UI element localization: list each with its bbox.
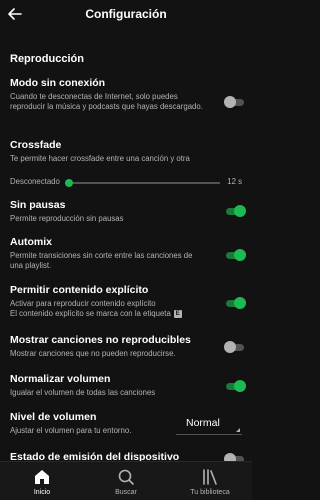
setting-normalize: Normalizar volumen Igualar el volumen de… bbox=[10, 373, 242, 398]
setting-crossfade: Crossfade Te permite hacer crossfade ent… bbox=[10, 139, 242, 164]
setting-gapless: Sin pausas Permite reproducción sin paus… bbox=[10, 199, 242, 224]
setting-title: Sin pausas bbox=[10, 199, 66, 211]
crossfade-slider[interactable] bbox=[65, 179, 220, 187]
section-title: Reproducción bbox=[10, 53, 84, 65]
explicit-toggle[interactable] bbox=[224, 296, 246, 310]
setting-title: Crossfade bbox=[10, 139, 62, 151]
setting-explicit: Permitir contenido explícito Activar par… bbox=[10, 284, 242, 319]
home-icon bbox=[35, 470, 49, 484]
search-icon bbox=[118, 469, 134, 485]
dropdown-caret-icon bbox=[236, 428, 240, 432]
library-icon bbox=[203, 469, 217, 485]
setting-description: Mostrar canciones que no pueden reproduc… bbox=[10, 349, 176, 358]
explicit-badge-icon: E bbox=[173, 309, 182, 318]
setting-offline: Modo sin conexión Cuando te desconectas … bbox=[10, 77, 242, 112]
nav-label: Tu biblioteca bbox=[190, 489, 230, 496]
setting-title: Mostrar canciones no reproducibles bbox=[10, 334, 191, 346]
gapless-toggle[interactable] bbox=[224, 204, 246, 218]
page-title: Configuración bbox=[85, 7, 167, 21]
header: Configuración bbox=[0, 0, 252, 32]
nav-item-search[interactable]: Buscar bbox=[84, 462, 168, 500]
unplayable-toggle[interactable] bbox=[224, 340, 246, 354]
setting-description: Igualar el volumen de todas las cancione… bbox=[10, 388, 156, 397]
setting-description-line: Activar para reproducir contenido explíc… bbox=[10, 299, 156, 308]
nav-item-library[interactable]: Tu biblioteca bbox=[168, 462, 252, 500]
setting-description: Activar para reproducir contenido explíc… bbox=[10, 299, 206, 319]
setting-title: Automix bbox=[10, 236, 52, 248]
offline-toggle[interactable] bbox=[224, 95, 246, 109]
setting-description: Te permite hacer crossfade entre una can… bbox=[10, 154, 190, 163]
setting-description: Cuando te desconectas de Internet, solo … bbox=[10, 92, 203, 111]
setting-automix: Automix Permite transiciones sin corte e… bbox=[10, 236, 242, 271]
slider-max-label: 12 s bbox=[227, 177, 242, 186]
crossfade-slider-row: Desconectado 12 s bbox=[10, 177, 242, 189]
setting-description-line: El contenido explícito se marca con la e… bbox=[10, 309, 182, 318]
setting-title: Normalizar volumen bbox=[10, 373, 111, 385]
dropdown-value: Normal bbox=[186, 417, 220, 429]
nav-label: Inicio bbox=[33, 489, 51, 496]
setting-description: Permite transiciones sin corte entre las… bbox=[10, 251, 193, 270]
slider-min-label: Desconectado bbox=[10, 177, 60, 186]
normalize-toggle[interactable] bbox=[224, 379, 246, 393]
setting-title: Permitir contenido explícito bbox=[10, 284, 149, 296]
volume-level-dropdown[interactable]: Normal bbox=[176, 413, 242, 435]
setting-description: Permite reproducción sin pausas bbox=[10, 214, 124, 223]
automix-toggle[interactable] bbox=[224, 248, 246, 262]
nav-label: Buscar bbox=[115, 489, 137, 496]
bottom-navbar: Inicio Buscar Tu biblioteca bbox=[0, 461, 252, 500]
setting-title: Modo sin conexión bbox=[10, 77, 106, 89]
nav-item-home[interactable]: Inicio bbox=[0, 462, 84, 500]
setting-unplayable: Mostrar canciones no reproducibles Mostr… bbox=[10, 334, 242, 359]
slider-thumb[interactable] bbox=[65, 179, 74, 187]
